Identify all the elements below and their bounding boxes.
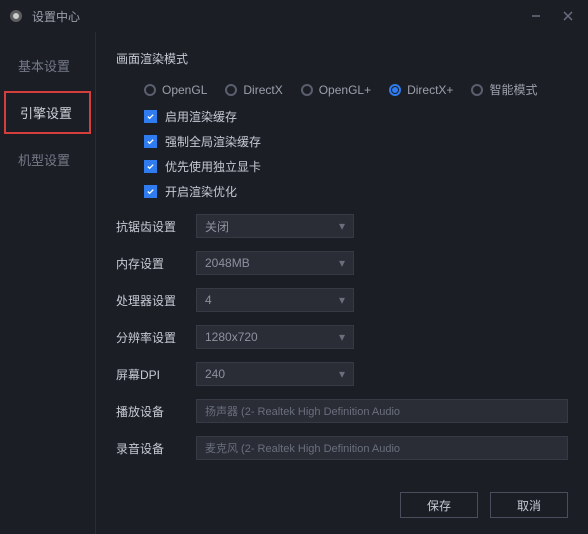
playback-field[interactable]: 扬声器 (2- Realtek High Definition Audio (196, 399, 568, 423)
row-antialias: 抗锯齿设置 关闭 ▾ (116, 214, 568, 238)
chevron-down-icon: ▾ (339, 256, 345, 270)
check-enable-cache[interactable]: 启用渲染缓存 (144, 108, 568, 125)
render-mode-radios: OpenGL DirectX OpenGL+ DirectX+ 智能模式 (144, 81, 568, 98)
radio-icon (225, 84, 237, 96)
chevron-down-icon: ▾ (339, 367, 345, 381)
radio-icon (471, 84, 483, 96)
dpi-label: 屏幕DPI (116, 366, 196, 383)
chevron-down-icon: ▾ (339, 293, 345, 307)
sidebar: 基本设置 引擎设置 机型设置 (0, 32, 96, 534)
checkbox-label: 开启渲染优化 (165, 183, 237, 200)
resolution-select[interactable]: 1280x720 ▾ (196, 325, 354, 349)
app-icon (8, 8, 24, 24)
titlebar: 设置中心 (0, 0, 588, 32)
select-value: 1280x720 (205, 330, 258, 344)
radio-icon (144, 84, 156, 96)
checkbox-label: 强制全局渲染缓存 (165, 133, 261, 150)
radio-label: OpenGL+ (319, 83, 371, 97)
minimize-button[interactable] (524, 4, 548, 28)
radio-icon (389, 84, 401, 96)
antialias-label: 抗锯齿设置 (116, 218, 196, 235)
checkbox-label: 优先使用独立显卡 (165, 158, 261, 175)
field-value: 扬声器 (2- Realtek High Definition Audio (205, 403, 400, 419)
recording-label: 录音设备 (116, 440, 196, 457)
checkmark-icon (144, 185, 157, 198)
radio-smart[interactable]: 智能模式 (471, 81, 537, 98)
cpu-select[interactable]: 4 ▾ (196, 288, 354, 312)
radio-label: DirectX+ (407, 83, 453, 97)
window-body: 基本设置 引擎设置 机型设置 画面渲染模式 OpenGL DirectX Ope… (0, 32, 588, 534)
row-memory: 内存设置 2048MB ▾ (116, 251, 568, 275)
radio-label: OpenGL (162, 83, 207, 97)
check-force-global-cache[interactable]: 强制全局渲染缓存 (144, 133, 568, 150)
sidebar-item-engine[interactable]: 引擎设置 (4, 91, 91, 134)
radio-directx-plus[interactable]: DirectX+ (389, 83, 453, 97)
checkmark-icon (144, 135, 157, 148)
radio-directx[interactable]: DirectX (225, 83, 282, 97)
row-cpu: 处理器设置 4 ▾ (116, 288, 568, 312)
radio-opengl-plus[interactable]: OpenGL+ (301, 83, 371, 97)
close-button[interactable] (556, 4, 580, 28)
radio-opengl[interactable]: OpenGL (144, 83, 207, 97)
check-prefer-dgpu[interactable]: 优先使用独立显卡 (144, 158, 568, 175)
recording-field[interactable]: 麦克风 (2- Realtek High Definition Audio (196, 436, 568, 460)
render-mode-label: 画面渲染模式 (116, 50, 568, 67)
playback-label: 播放设备 (116, 403, 196, 420)
settings-form: 抗锯齿设置 关闭 ▾ 内存设置 2048MB ▾ 处理器设置 (116, 214, 568, 460)
row-resolution: 分辨率设置 1280x720 ▾ (116, 325, 568, 349)
select-value: 2048MB (205, 256, 250, 270)
window-title: 设置中心 (32, 8, 80, 25)
cancel-button[interactable]: 取消 (490, 492, 568, 518)
render-checkboxes: 启用渲染缓存 强制全局渲染缓存 优先使用独立显卡 开启渲染优化 (144, 108, 568, 200)
checkmark-icon (144, 160, 157, 173)
dpi-select[interactable]: 240 ▾ (196, 362, 354, 386)
row-dpi: 屏幕DPI 240 ▾ (116, 362, 568, 386)
cpu-label: 处理器设置 (116, 292, 196, 309)
radio-label: DirectX (243, 83, 282, 97)
save-button[interactable]: 保存 (400, 492, 478, 518)
antialias-select[interactable]: 关闭 ▾ (196, 214, 354, 238)
checkmark-icon (144, 110, 157, 123)
select-value: 4 (205, 293, 212, 307)
content-panel: 画面渲染模式 OpenGL DirectX OpenGL+ DirectX+ (96, 32, 588, 534)
select-value: 关闭 (205, 218, 229, 235)
select-value: 240 (205, 367, 225, 381)
chevron-down-icon: ▾ (339, 219, 345, 233)
row-recording: 录音设备 麦克风 (2- Realtek High Definition Aud… (116, 436, 568, 460)
resolution-label: 分辨率设置 (116, 329, 196, 346)
chevron-down-icon: ▾ (339, 330, 345, 344)
sidebar-item-model[interactable]: 机型设置 (0, 138, 95, 181)
footer-buttons: 保存 取消 (116, 476, 568, 518)
memory-select[interactable]: 2048MB ▾ (196, 251, 354, 275)
check-render-optimize[interactable]: 开启渲染优化 (144, 183, 568, 200)
row-playback: 播放设备 扬声器 (2- Realtek High Definition Aud… (116, 399, 568, 423)
sidebar-item-basic[interactable]: 基本设置 (0, 44, 95, 87)
radio-icon (301, 84, 313, 96)
field-value: 麦克风 (2- Realtek High Definition Audio (205, 440, 400, 456)
window-controls (524, 4, 580, 28)
memory-label: 内存设置 (116, 255, 196, 272)
checkbox-label: 启用渲染缓存 (165, 108, 237, 125)
radio-label: 智能模式 (489, 81, 537, 98)
settings-window: 设置中心 基本设置 引擎设置 机型设置 画面渲染模式 OpenGL (0, 0, 588, 534)
